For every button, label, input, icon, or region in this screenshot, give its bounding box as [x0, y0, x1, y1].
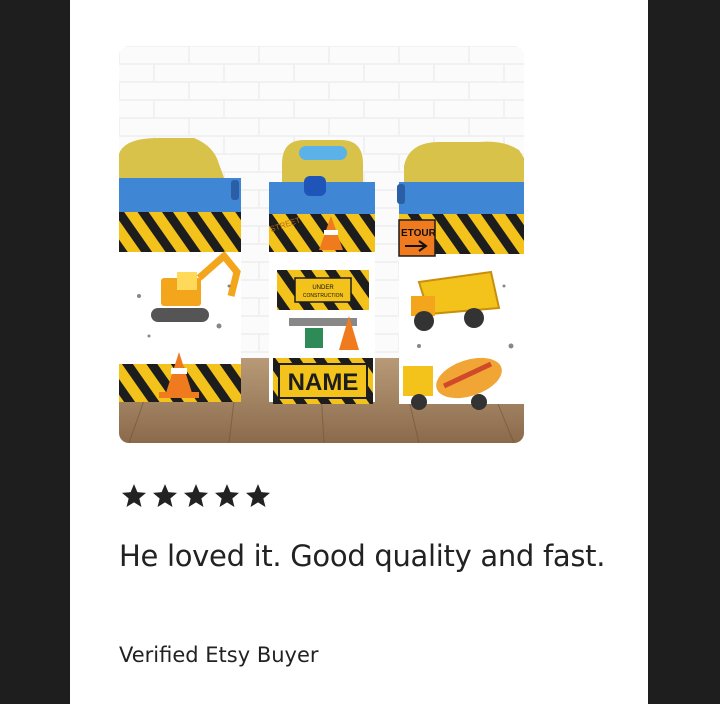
rating-stars — [120, 482, 272, 510]
detour-sign-text: ETOUR — [401, 228, 437, 239]
bottle-left — [119, 138, 241, 402]
star-icon — [152, 484, 178, 507]
detour-sign-icon: ETOUR — [398, 219, 437, 257]
review-card: STREET UNDER CONSTRUCTION NAME ETOUR He … — [70, 0, 648, 704]
left-dark-margin — [0, 0, 70, 704]
sign-line-2: CONSTRUCTION — [303, 293, 344, 299]
sign-line-1: UNDER — [312, 285, 334, 291]
star-icon — [121, 484, 147, 507]
name-label: NAME — [288, 369, 359, 396]
right-dark-margin — [648, 0, 720, 704]
star-icon — [245, 484, 271, 507]
bottle-center: STREET UNDER CONSTRUCTION NAME — [269, 140, 375, 404]
bottle-product-illustration: STREET UNDER CONSTRUCTION NAME ETOUR — [119, 46, 524, 443]
product-photo[interactable]: STREET UNDER CONSTRUCTION NAME ETOUR — [119, 46, 524, 443]
bottle-right: ETOUR — [397, 141, 524, 410]
reviewer-name: Verified Etsy Buyer — [119, 643, 319, 667]
star-icon — [183, 484, 209, 507]
star-icon — [214, 484, 240, 507]
review-text: He loved it. Good quality and fast. — [119, 539, 606, 573]
